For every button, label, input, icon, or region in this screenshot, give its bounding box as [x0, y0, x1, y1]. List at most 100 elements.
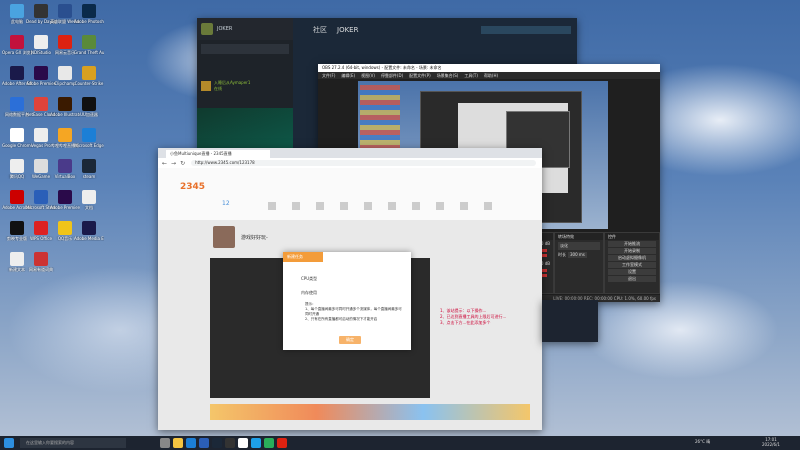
- desktop-icon[interactable]: UU加速器: [74, 95, 104, 125]
- desktop-icon[interactable]: Microsoft Edge: [74, 126, 104, 156]
- task-view-icon[interactable]: [160, 438, 170, 448]
- pr-icon: [34, 66, 48, 80]
- steam-icon[interactable]: [212, 438, 222, 448]
- desktop-icon[interactable]: steam: [74, 157, 104, 187]
- steam-username: JOKER: [217, 26, 233, 32]
- clock-date[interactable]: 2022/6/1: [762, 442, 780, 447]
- avatar[interactable]: [213, 226, 235, 248]
- back-icon[interactable]: ←: [162, 160, 167, 167]
- transitions-panel[interactable]: 转场特效 淡化 时长 300 ms: [554, 232, 604, 294]
- qq-icon[interactable]: [251, 438, 261, 448]
- bottom-promo-strip[interactable]: [210, 404, 530, 420]
- obs-menu-item[interactable]: 文件(F): [322, 72, 335, 79]
- site-logo[interactable]: 2345: [180, 182, 205, 192]
- dialog-hint: 1、每个直播间最多可同时开通多个流媒体，每个直播间最多可同时开通: [305, 307, 402, 316]
- store-icon: [34, 190, 48, 204]
- taskbar: 在这里输入你要搜索的内容 26°C 晴 17:01 2022/6/1: [0, 436, 800, 450]
- music-icon: [58, 35, 72, 49]
- avatar: [201, 23, 213, 35]
- taskbar-search[interactable]: 在这里输入你要搜索的内容: [20, 438, 126, 448]
- desktop-icon[interactable]: Counter-Strike: [74, 64, 104, 94]
- obs-menu-item[interactable]: 帮助(H): [484, 72, 498, 79]
- desktop-icon[interactable]: 网易有道词典: [26, 250, 56, 280]
- desktop-icon[interactable]: Adobe Photosh...: [74, 2, 104, 32]
- steam-search-bar[interactable]: [201, 44, 289, 54]
- app-icon: [10, 97, 24, 111]
- stat-number: 12: [222, 200, 230, 207]
- start-button-icon[interactable]: [4, 438, 14, 448]
- qq-icon: [10, 159, 24, 173]
- dialog-confirm-button[interactable]: 确定: [339, 336, 361, 344]
- desktop-icon-label: UU加速器: [80, 112, 98, 117]
- browser-tab[interactable]: 小鱼Multiunique直播 - 2345直播: [166, 150, 270, 158]
- app-icon: [10, 221, 24, 235]
- app-icon: [58, 128, 72, 142]
- nav-user[interactable]: JOKER: [337, 26, 358, 34]
- obs-control-button[interactable]: 设置: [608, 269, 656, 275]
- obs-menu-item[interactable]: 配置文件(P): [409, 72, 431, 79]
- app-icon: [34, 128, 48, 142]
- obs-control-button[interactable]: 启动虚拟摄像机: [608, 255, 656, 261]
- chrome-icon: [10, 128, 24, 142]
- obs-control-button[interactable]: 工作室模式: [608, 262, 656, 268]
- obs-menu-item[interactable]: 视图(V): [361, 72, 375, 79]
- computer-icon: [10, 4, 24, 18]
- obs-menu-item[interactable]: 编辑(E): [341, 72, 355, 79]
- obs-menubar: 文件(F) 编辑(E) 视图(V) 停靠部件(D) 配置文件(P) 场景集合(S) 工具(T…: [318, 72, 660, 79]
- desktop-icon[interactable]: Grand Theft Auto V: [74, 33, 104, 63]
- header-icons[interactable]: [268, 202, 508, 210]
- wps-icon: [34, 221, 48, 235]
- steam-account-badges[interactable]: [481, 26, 571, 34]
- chrome-icon[interactable]: [238, 438, 248, 448]
- edge-icon[interactable]: [186, 438, 196, 448]
- obs-menu-item[interactable]: 工具(T): [464, 72, 478, 79]
- controls-panel: 控件 开始推流 开始录制 启动虚拟摄像机 工作室模式 设置 退出: [604, 232, 660, 294]
- desktop-icon-label: Adobe Media Encoder: [74, 236, 104, 241]
- app-icon: [58, 66, 72, 80]
- desktop-icon[interactable]: Adobe Media Encoder: [74, 219, 104, 249]
- steam-friend-row[interactable]: 入睡后从Aymaper1 在线: [197, 74, 293, 98]
- obs-icon[interactable]: [225, 438, 235, 448]
- store-icon[interactable]: [199, 438, 209, 448]
- obs-control-button[interactable]: 退出: [608, 276, 656, 282]
- obs-titlebar: OBS 27.2.4 (64-bit, windows) - 配置文件: 未命名…: [318, 64, 660, 72]
- game-icon: [58, 4, 72, 18]
- browser-tabbar: 小鱼Multiunique直播 - 2345直播: [158, 148, 542, 158]
- obs-menu-item[interactable]: 场景集合(S): [437, 72, 459, 79]
- reload-icon[interactable]: ↻: [180, 160, 185, 167]
- doc-icon: [82, 190, 96, 204]
- doc-icon: [10, 252, 24, 266]
- obs-control-button[interactable]: 开始录制: [608, 248, 656, 254]
- explorer-icon[interactable]: [173, 438, 183, 448]
- desktop-icon-label: Adobe Photosh...: [74, 19, 104, 24]
- game-icon: [82, 35, 96, 49]
- me-icon: [82, 221, 96, 235]
- new-task-dialog[interactable]: 新建任务 CPU类型 内存使用 提示： 1、每个直播间最多可同时开通多个流媒体，…: [283, 252, 411, 350]
- site-header: 2345 12: [158, 168, 542, 220]
- wechat-icon[interactable]: [264, 438, 274, 448]
- transition-duration-input[interactable]: 300 ms: [568, 252, 587, 258]
- address-bar[interactable]: http://www.2345.com/123178: [191, 160, 536, 166]
- dialog-title: 新建任务: [283, 252, 323, 262]
- weather-widget[interactable]: 26°C 晴: [695, 439, 710, 445]
- side-note: 3、点击下方...在此添加多个: [440, 320, 491, 325]
- music-icon: [34, 97, 48, 111]
- pr-icon: [58, 190, 72, 204]
- steam-profile-row[interactable]: JOKER: [197, 18, 293, 40]
- obs-control-button[interactable]: 开始推流: [608, 241, 656, 247]
- obs-menu-item[interactable]: 停靠部件(D): [381, 72, 403, 79]
- dialog-hint: 2、只有在所有直播都可启动的情况下才能开启: [305, 317, 378, 321]
- desktop-icon-label: Grand Theft Auto V: [74, 50, 104, 55]
- desktop-icon[interactable]: 文档: [74, 188, 104, 218]
- music-icon[interactable]: [277, 438, 287, 448]
- background-window[interactable]: [542, 300, 598, 342]
- ae-icon: [10, 66, 24, 80]
- music-icon: [58, 221, 72, 235]
- transition-select[interactable]: 淡化: [558, 242, 600, 250]
- steam-icon: [82, 159, 96, 173]
- browser-icon: [10, 35, 24, 49]
- app-icon: [82, 97, 96, 111]
- browser-window[interactable]: 小鱼Multiunique直播 - 2345直播 ← → ↻ http://ww…: [158, 148, 542, 430]
- nav-community[interactable]: 社区: [313, 25, 327, 35]
- forward-icon[interactable]: →: [171, 160, 176, 167]
